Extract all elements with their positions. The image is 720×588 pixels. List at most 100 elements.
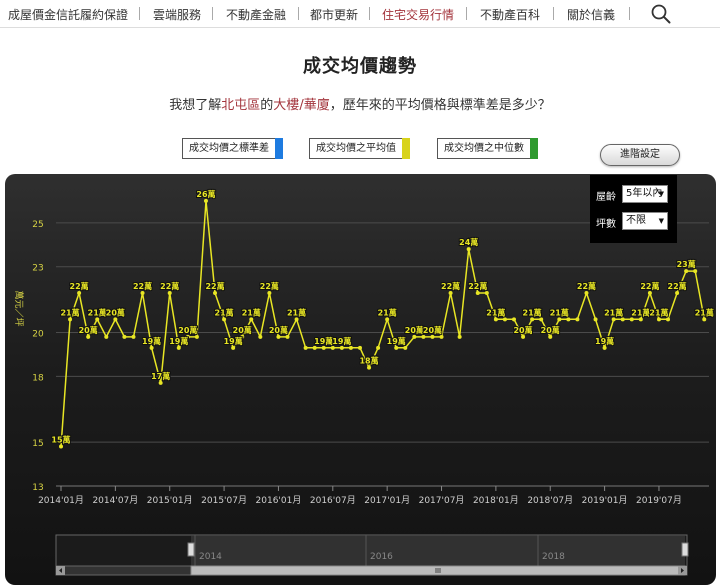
y-tick-label: 25 [32,220,43,230]
data-point[interactable] [638,317,643,322]
data-point[interactable] [575,317,580,322]
data-point[interactable] [666,317,671,322]
data-point[interactable] [176,345,181,350]
data-point[interactable] [502,317,507,322]
nav-divider [369,7,370,20]
data-point[interactable] [222,317,227,322]
data-point[interactable] [113,317,118,322]
data-point[interactable] [475,291,480,296]
data-point[interactable] [203,198,208,203]
data-point[interactable] [675,291,680,296]
data-label: 20萬 [541,325,560,335]
data-point[interactable] [158,380,163,385]
data-point[interactable] [421,334,426,339]
x-tick-label: 2015'01月 [147,495,193,506]
building-type-link-1[interactable]: 大樓 [273,98,299,113]
navigator-handle[interactable] [187,542,195,557]
data-point[interactable] [131,334,136,339]
data-point[interactable] [294,317,299,322]
nav-divider [212,7,213,20]
data-point[interactable] [213,291,218,296]
navigator-handle[interactable] [681,542,689,557]
nav-item-urban-renewal[interactable]: 都市更新 [310,6,358,23]
average-button[interactable]: 成交均價之平均值 [309,138,410,159]
data-point[interactable] [394,345,399,350]
data-point[interactable] [68,317,73,322]
data-point[interactable] [403,345,408,350]
data-point[interactable] [339,345,344,350]
data-point[interactable] [430,334,435,339]
data-point[interactable] [629,317,634,322]
building-type-link-2[interactable]: 華廈 [304,98,330,113]
nav-item-escrow[interactable]: 成屋價金信託履約保證 [8,6,128,23]
nav-item-about[interactable]: 關於信義 [567,6,615,23]
data-point[interactable] [95,317,100,322]
nav-item-finance[interactable]: 不動產金融 [226,6,286,23]
data-point[interactable] [357,345,362,350]
data-point[interactable] [620,317,625,322]
y-tick-label: 13 [32,483,43,493]
data-point[interactable] [611,317,616,322]
data-point[interactable] [249,317,254,322]
nav-item-housing-market[interactable]: 住宅交易行情 [382,6,454,23]
data-point[interactable] [457,334,462,339]
data-point[interactable] [530,317,535,322]
data-point[interactable] [448,291,453,296]
data-point[interactable] [593,317,598,322]
data-point[interactable] [656,317,661,322]
advanced-settings-button[interactable]: 進階設定 [600,144,680,166]
data-point[interactable] [276,334,281,339]
data-point[interactable] [693,269,698,274]
data-point[interactable] [548,334,553,339]
data-point[interactable] [684,269,689,274]
data-point[interactable] [493,317,498,322]
median-button[interactable]: 成交均價之中位數 [437,138,538,159]
data-point[interactable] [702,317,707,322]
data-point[interactable] [521,334,526,339]
nav-item-encyclopedia[interactable]: 不動產百科 [480,6,540,23]
data-point[interactable] [647,291,652,296]
data-point[interactable] [303,345,308,350]
x-tick-label: 2018'07月 [527,495,573,506]
data-point[interactable] [584,291,589,296]
data-point[interactable] [512,317,516,322]
district-link[interactable]: 北屯區 [221,98,260,113]
data-point[interactable] [566,317,571,322]
nav-divider [139,7,140,20]
data-point[interactable] [258,334,263,339]
data-point[interactable] [149,345,154,350]
data-point[interactable] [104,334,109,339]
age-filter-select[interactable]: 5年以內 ▼ [622,185,668,203]
nav-item-cloud[interactable]: 雲端服務 [153,6,201,23]
data-point[interactable] [330,345,335,350]
data-point[interactable] [231,345,236,350]
data-point[interactable] [86,334,91,339]
age-filter-label: 屋齡 [596,192,616,203]
data-label: 22萬 [133,281,152,291]
data-point[interactable] [539,317,544,322]
data-point[interactable] [59,444,63,449]
navigator-year-label: 2016 [370,552,393,562]
data-point[interactable] [385,317,390,322]
data-point[interactable] [557,317,562,322]
data-point[interactable] [194,334,199,339]
data-point[interactable] [167,291,172,296]
data-point[interactable] [321,345,326,350]
data-point[interactable] [77,291,82,296]
size-filter-select[interactable]: 不限 ▼ [622,212,668,230]
data-point[interactable] [140,291,145,296]
data-point[interactable] [412,334,417,339]
data-point[interactable] [367,365,372,370]
data-point[interactable] [484,291,489,296]
search-button[interactable] [650,3,672,25]
data-point[interactable] [267,291,272,296]
data-point[interactable] [439,334,444,339]
data-point[interactable] [122,334,127,339]
data-point[interactable] [285,334,290,339]
data-point[interactable] [466,247,471,252]
data-point[interactable] [376,345,381,350]
data-point[interactable] [348,345,353,350]
data-point[interactable] [312,345,317,350]
std-dev-button[interactable]: 成交均價之標準差 [182,138,283,159]
data-point[interactable] [602,345,607,350]
